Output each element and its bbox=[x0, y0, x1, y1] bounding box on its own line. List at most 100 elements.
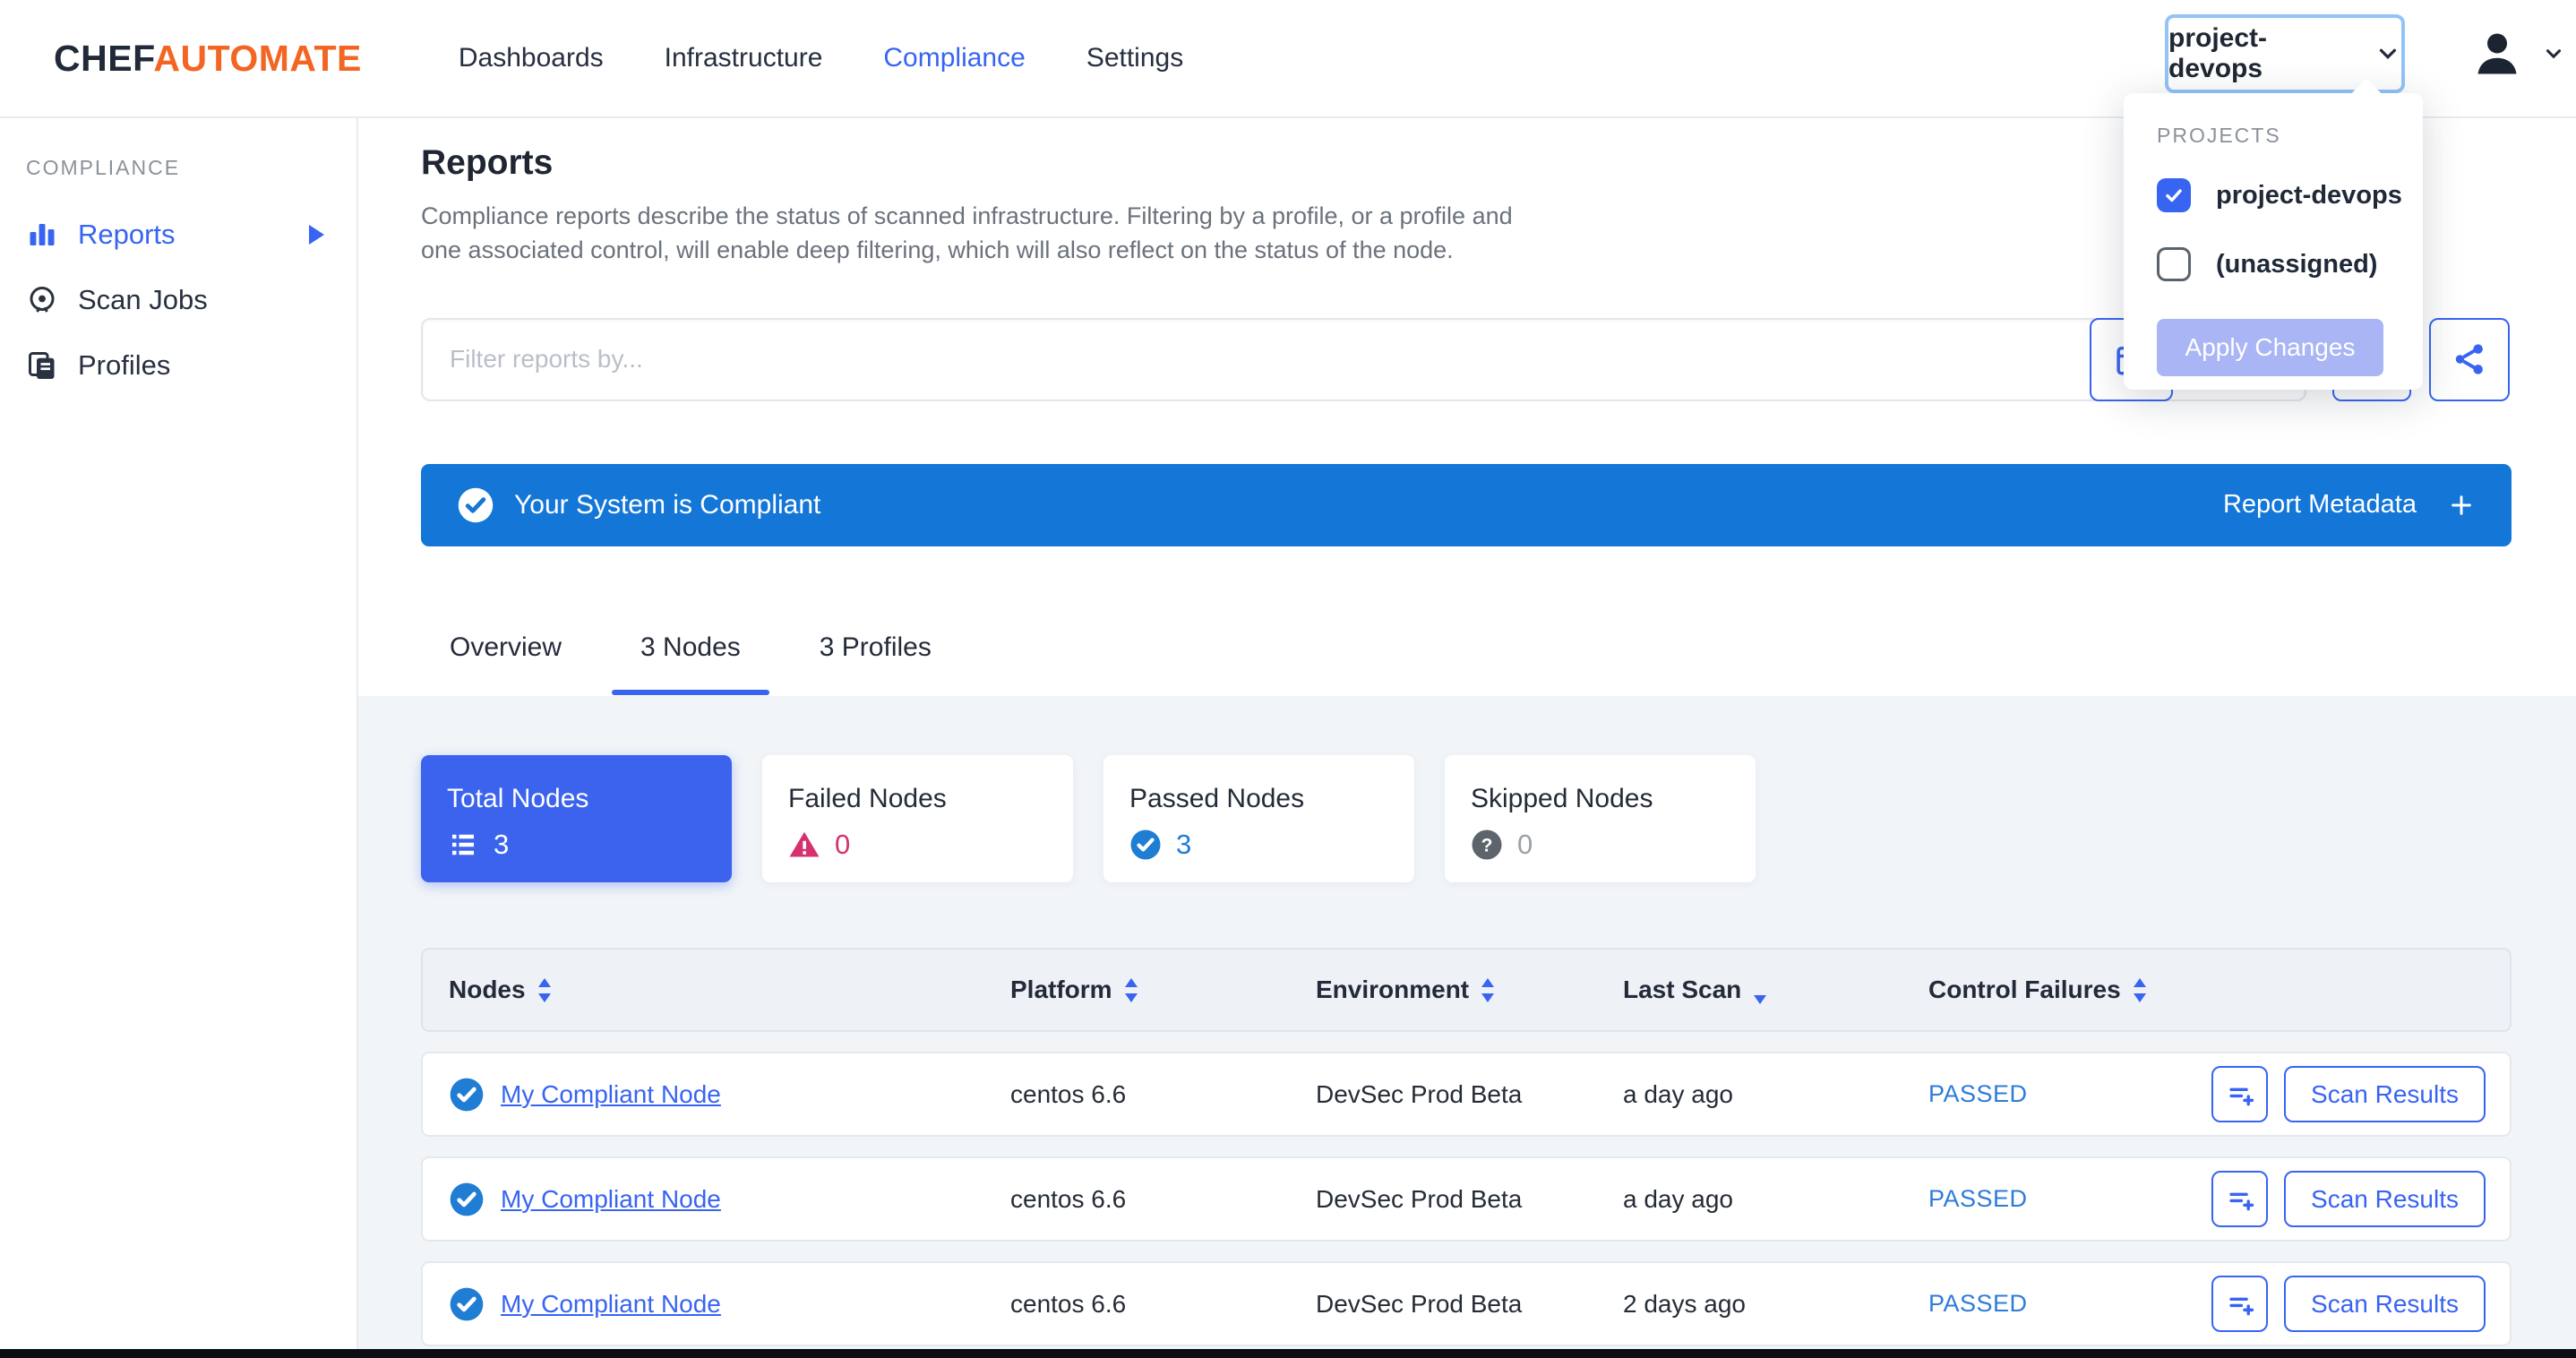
stat-card-passed-nodes[interactable]: Passed Nodes 3 bbox=[1103, 755, 1414, 882]
brand-chef: CHEF bbox=[54, 38, 153, 79]
sort-icons bbox=[2134, 978, 2146, 1002]
project-option-label: project-devops bbox=[2216, 181, 2402, 211]
project-selector-value: project-devops bbox=[2168, 23, 2360, 84]
report-metadata-toggle[interactable]: Report Metadata bbox=[2223, 490, 2476, 520]
tab-overview[interactable]: Overview bbox=[421, 620, 590, 695]
table-row: My Compliant Node centos 6.6 DevSec Prod… bbox=[421, 1156, 2512, 1242]
radar-icon bbox=[26, 284, 58, 316]
share-icon bbox=[2451, 340, 2488, 378]
check-circle-icon bbox=[1129, 829, 1162, 861]
stat-label: Total Nodes bbox=[447, 784, 732, 814]
scan-results-button[interactable]: Scan Results bbox=[2284, 1276, 2486, 1332]
stat-value: 0 bbox=[835, 829, 850, 861]
platform-cell: centos 6.6 bbox=[1010, 1290, 1316, 1319]
node-stat-cards: Total Nodes 3 Failed Nodes 0 Passed Node… bbox=[421, 755, 2512, 882]
node-link[interactable]: My Compliant Node bbox=[501, 1290, 721, 1319]
nav-compliance[interactable]: Compliance bbox=[883, 43, 1025, 73]
warning-triangle-icon bbox=[788, 829, 820, 861]
brand-logo[interactable]: CHEFAUTOMATE bbox=[54, 38, 362, 80]
apply-changes-button[interactable]: Apply Changes bbox=[2157, 319, 2383, 376]
submenu-expand-icon bbox=[309, 225, 324, 245]
compliance-status-banner: Your System is Compliant Report Metadata bbox=[421, 464, 2512, 546]
unassigned-checkbox[interactable] bbox=[2157, 247, 2191, 281]
stat-value: 3 bbox=[1176, 829, 1191, 861]
projects-dropdown: PROJECTS project-devops (unassigned) App… bbox=[2124, 93, 2423, 390]
scan-results-button[interactable]: Scan Results bbox=[2284, 1171, 2486, 1227]
project-devops-checkbox[interactable] bbox=[2157, 178, 2191, 212]
status-badge: PASSED bbox=[1928, 1080, 2028, 1108]
bar-chart-icon bbox=[26, 219, 58, 251]
add-filter-button[interactable] bbox=[2211, 1276, 2268, 1332]
sort-desc-icon bbox=[1754, 976, 1766, 1004]
list-icon bbox=[447, 829, 479, 861]
column-header-last-scan[interactable]: Last Scan bbox=[1623, 976, 1928, 1004]
nav-settings[interactable]: Settings bbox=[1086, 43, 1183, 73]
table-row: My Compliant Node centos 6.6 DevSec Prod… bbox=[421, 1052, 2512, 1137]
stat-card-total-nodes[interactable]: Total Nodes 3 bbox=[421, 755, 732, 882]
user-menu[interactable] bbox=[2470, 27, 2565, 85]
chevron-down-icon bbox=[2542, 42, 2565, 70]
sidebar-item-label: Scan Jobs bbox=[78, 284, 208, 316]
project-option-unassigned: (unassigned) bbox=[2157, 243, 2423, 286]
add-filter-button[interactable] bbox=[2211, 1066, 2268, 1122]
tab-nodes[interactable]: 3 Nodes bbox=[612, 620, 769, 695]
last-scan-cell: a day ago bbox=[1623, 1080, 1928, 1109]
chevron-down-icon bbox=[2374, 40, 2401, 67]
last-scan-cell: a day ago bbox=[1623, 1185, 1928, 1214]
tab-profiles[interactable]: 3 Profiles bbox=[791, 620, 960, 695]
column-header-control-failures[interactable]: Control Failures bbox=[1928, 976, 2486, 1004]
sidebar-section-label: COMPLIANCE bbox=[26, 156, 356, 180]
check-circle-icon bbox=[449, 1286, 485, 1322]
check-circle-icon bbox=[449, 1077, 485, 1113]
environment-cell: DevSec Prod Beta bbox=[1316, 1080, 1623, 1109]
column-header-platform[interactable]: Platform bbox=[1010, 976, 1316, 1004]
brand-automate: AUTOMATE bbox=[153, 38, 362, 79]
stat-label: Skipped Nodes bbox=[1471, 784, 1756, 814]
sort-icons bbox=[1125, 978, 1138, 1002]
sidebar-item-reports[interactable]: Reports bbox=[26, 202, 335, 267]
nav-dashboards[interactable]: Dashboards bbox=[459, 43, 604, 73]
projects-dropdown-heading: PROJECTS bbox=[2157, 124, 2423, 148]
check-circle-icon bbox=[449, 1182, 485, 1217]
chef-automate-app: CHEFAUTOMATE Dashboards Infrastructure C… bbox=[0, 0, 2576, 1358]
platform-cell: centos 6.6 bbox=[1010, 1185, 1316, 1214]
environment-cell: DevSec Prod Beta bbox=[1316, 1290, 1623, 1319]
sort-icons bbox=[538, 978, 551, 1002]
stat-value: 3 bbox=[494, 829, 509, 861]
column-label: Last Scan bbox=[1623, 976, 1741, 1004]
sidebar-item-profiles[interactable]: Profiles bbox=[26, 332, 335, 398]
node-link[interactable]: My Compliant Node bbox=[501, 1185, 721, 1214]
nodes-table-header: Nodes Platform Environment Last Scan bbox=[421, 948, 2512, 1032]
bottom-edge-bar bbox=[0, 1349, 2576, 1358]
column-label: Platform bbox=[1010, 976, 1112, 1004]
list-plus-icon bbox=[2225, 1079, 2255, 1110]
environment-cell: DevSec Prod Beta bbox=[1316, 1185, 1623, 1214]
page-description: Compliance reports describe the status o… bbox=[421, 199, 1541, 268]
sort-icons bbox=[1481, 978, 1494, 1002]
sidebar-item-label: Reports bbox=[78, 219, 176, 251]
banner-message: Your System is Compliant bbox=[514, 490, 820, 520]
main-nav: Dashboards Infrastructure Compliance Set… bbox=[459, 43, 1183, 73]
stat-card-skipped-nodes[interactable]: Skipped Nodes ? 0 bbox=[1445, 755, 1756, 882]
sidebar-item-scan-jobs[interactable]: Scan Jobs bbox=[26, 267, 335, 332]
nodes-section: Total Nodes 3 Failed Nodes 0 Passed Node… bbox=[358, 696, 2576, 1358]
node-link[interactable]: My Compliant Node bbox=[501, 1080, 721, 1109]
report-tabs: Overview 3 Nodes 3 Profiles bbox=[421, 620, 2512, 695]
add-filter-button[interactable] bbox=[2211, 1171, 2268, 1227]
user-avatar-icon bbox=[2470, 27, 2524, 85]
sidebar: COMPLIANCE Reports Scan Jobs Profiles bbox=[0, 118, 358, 1358]
nav-infrastructure[interactable]: Infrastructure bbox=[665, 43, 823, 73]
column-header-environment[interactable]: Environment bbox=[1316, 976, 1623, 1004]
column-label: Nodes bbox=[449, 976, 526, 1004]
column-header-nodes[interactable]: Nodes bbox=[449, 976, 1010, 1004]
column-label: Control Failures bbox=[1928, 976, 2121, 1004]
status-badge: PASSED bbox=[1928, 1290, 2028, 1318]
last-scan-cell: 2 days ago bbox=[1623, 1290, 1928, 1319]
stat-card-failed-nodes[interactable]: Failed Nodes 0 bbox=[762, 755, 1073, 882]
documents-icon bbox=[26, 349, 58, 382]
check-circle-icon bbox=[457, 486, 494, 524]
list-plus-icon bbox=[2225, 1184, 2255, 1215]
scan-results-button[interactable]: Scan Results bbox=[2284, 1066, 2486, 1122]
share-button[interactable] bbox=[2429, 318, 2510, 401]
filter-reports-input[interactable] bbox=[421, 318, 2306, 401]
